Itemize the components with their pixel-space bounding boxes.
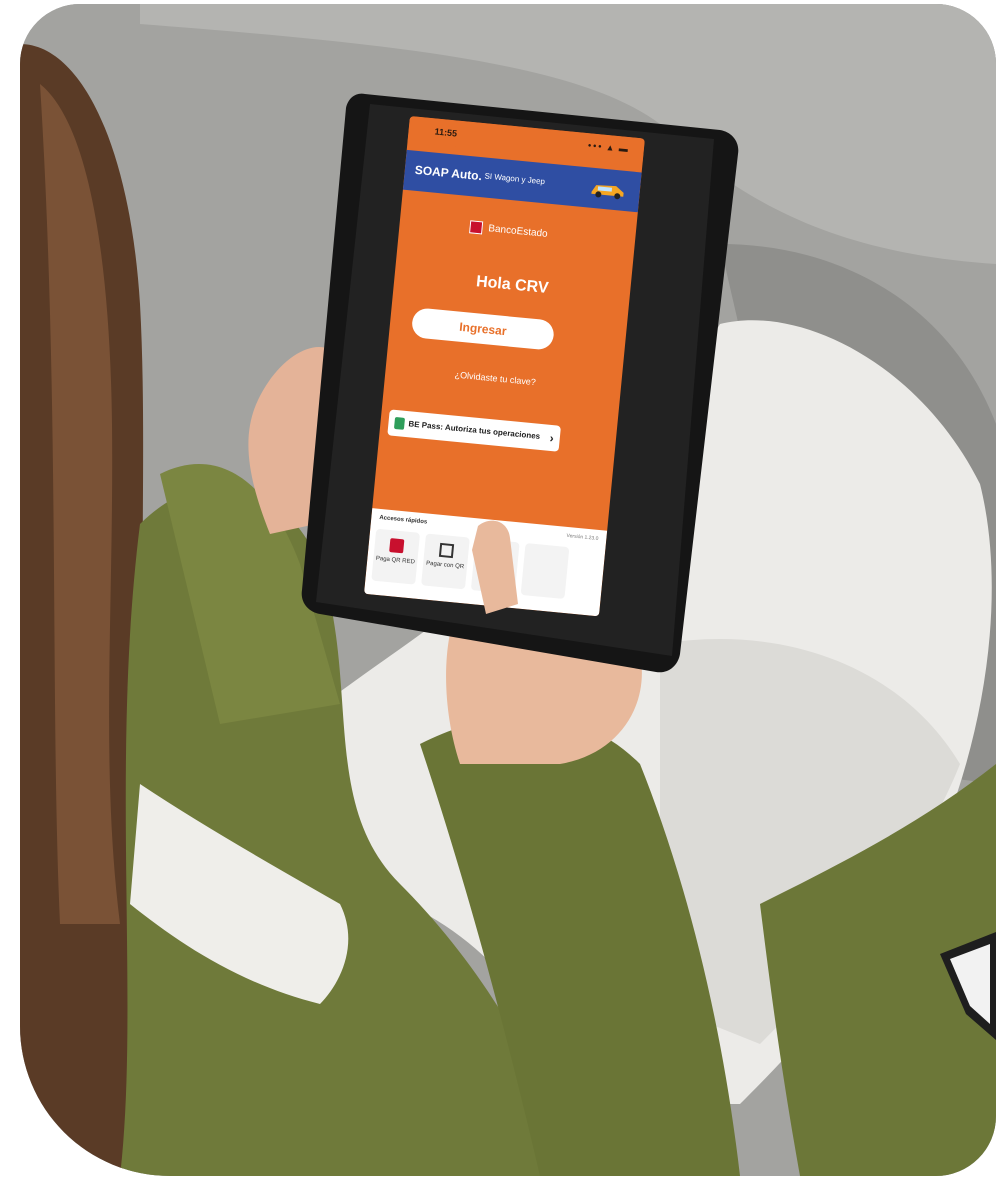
bank-logo-text: BancoEstado xyxy=(487,223,549,240)
app-version: Versión 1.23.0 xyxy=(566,532,599,542)
quick-tile-3[interactable] xyxy=(470,538,520,595)
bepass-label: BE Pass: Autoriza tus operaciones xyxy=(408,419,541,441)
bank-logo: BancoEstado xyxy=(469,220,548,240)
forgot-password-link[interactable]: ¿Olvidaste tu clave? xyxy=(385,363,605,394)
bank-logo-icon xyxy=(469,220,484,235)
car-icon xyxy=(591,185,624,200)
banner-title: SOAP Auto. xyxy=(414,162,483,184)
red-qr-icon xyxy=(389,538,405,554)
status-icons: ••• ▴ ▬ xyxy=(587,140,631,155)
quick-tile-4[interactable] xyxy=(520,543,570,600)
quick-tile-pagar-qr[interactable]: Pagar con QR xyxy=(421,533,470,590)
login-button[interactable]: Ingresar xyxy=(410,307,556,351)
photo-frame: 11:55 ••• ▴ ▬ SOAP Auto. SI Wagon y Jeep… xyxy=(20,4,996,1176)
bepass-icon xyxy=(393,416,406,430)
bepass-button[interactable]: BE Pass: Autoriza tus operaciones › xyxy=(387,409,561,452)
qr-scan-icon xyxy=(438,542,455,559)
banner-subtitle: SI Wagon y Jeep xyxy=(484,171,546,187)
chevron-right-icon: › xyxy=(549,430,555,446)
quick-tile-paga-qr[interactable]: Paga QR RED xyxy=(371,528,421,585)
quick-tile-label: Paga QR RED xyxy=(375,555,416,566)
quick-access-title: Accesos rápidos xyxy=(379,514,428,526)
tablet-screen: 11:55 ••• ▴ ▬ SOAP Auto. SI Wagon y Jeep… xyxy=(363,116,645,617)
status-time: 11:55 xyxy=(434,126,458,139)
greeting-title: Hola CRV xyxy=(475,273,550,298)
quick-tile-label: Pagar con QR xyxy=(425,560,465,571)
